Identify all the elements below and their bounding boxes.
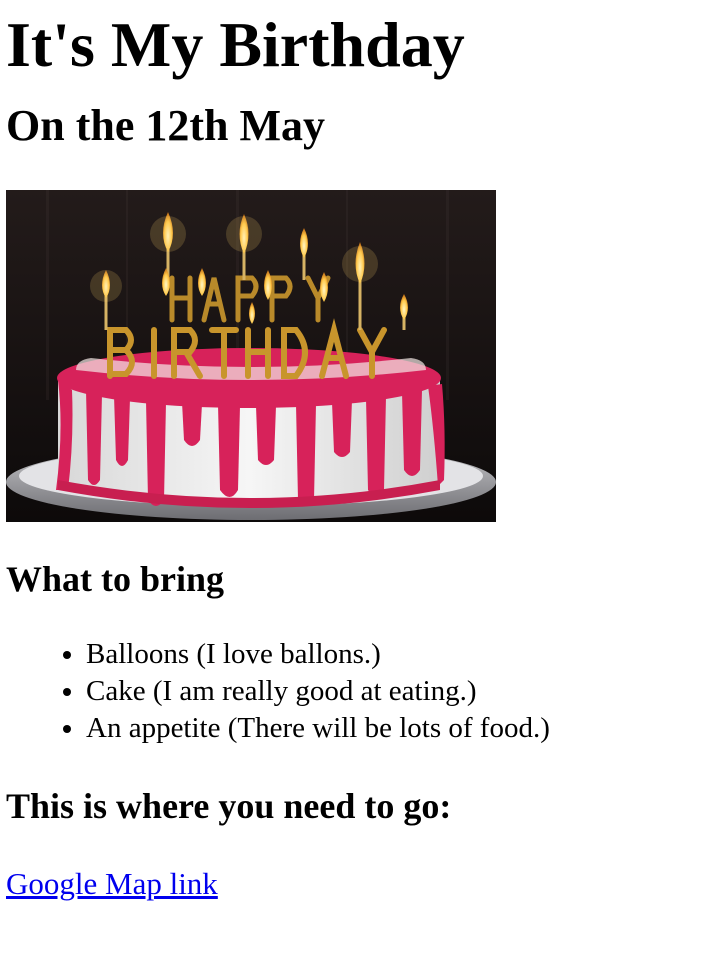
list-item: An appetite (There will be lots of food.… [86,710,718,747]
birthday-cake-illustration [6,190,496,523]
bring-list: Balloons (I love ballons.) Cake (I am re… [6,636,718,747]
page-subtitle: On the 12th May [6,100,325,150]
section-heading-what-to-bring: What to bring [6,559,225,600]
page: It's My Birthday On the 12th May What to… [0,0,724,902]
google-map-link[interactable]: Google Map link [6,866,218,902]
birthday-cake-image [6,190,496,523]
section-heading-location: This is where you need to go: [6,785,452,826]
list-item: Balloons (I love ballons.) [86,636,718,673]
page-title: It's My Birthday [6,9,465,80]
list-item: Cake (I am really good at eating.) [86,673,718,710]
